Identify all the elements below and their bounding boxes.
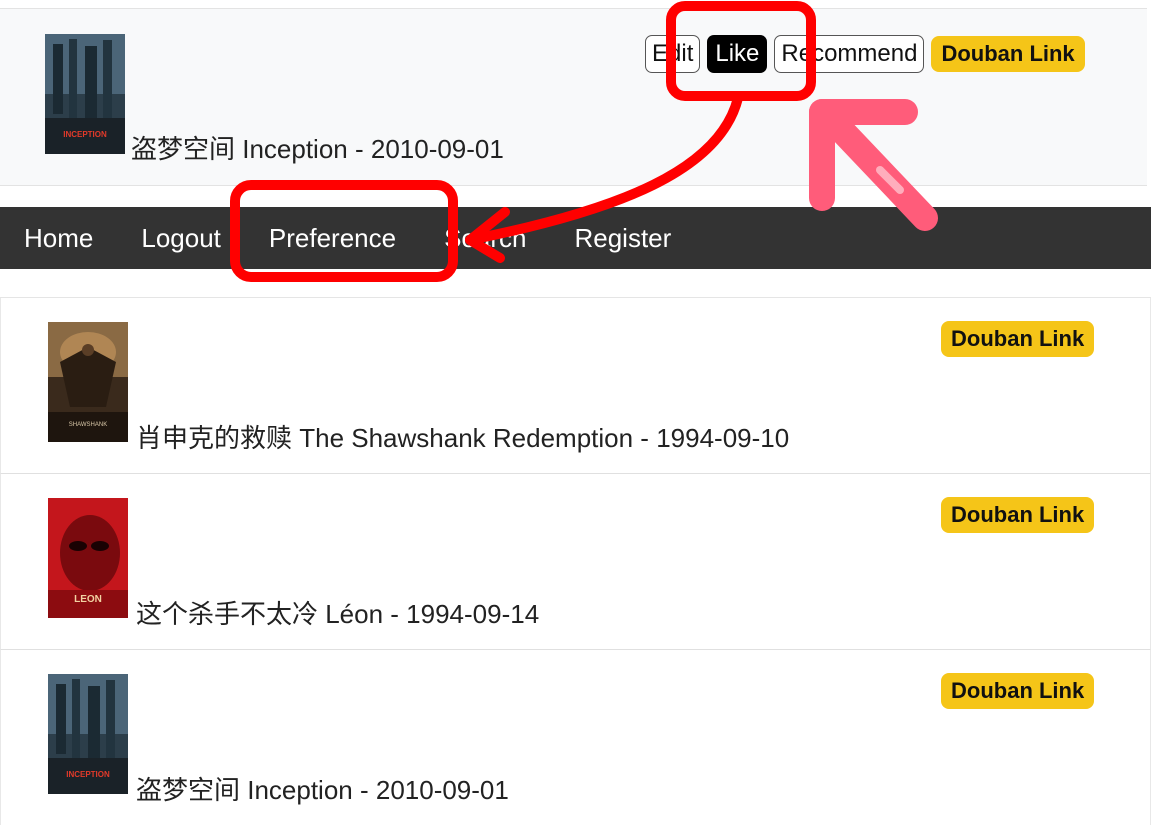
edit-button[interactable]: Edit xyxy=(645,35,701,73)
list-item: LEON 这个杀手不太冷 Léon - 1994-09-14 Douban Li… xyxy=(0,474,1151,650)
movie-title: 这个杀手不太冷 Léon - 1994-09-14 xyxy=(136,599,540,629)
movie-title: 盗梦空间 Inception - 2010-09-01 xyxy=(136,775,509,805)
current-movie-title: 盗梦空间 Inception - 2010-09-01 xyxy=(131,134,504,164)
current-movie-card: INCEPTION 盗梦空间 Inception - 2010-09-01 Ed… xyxy=(0,8,1147,186)
inception-poster: INCEPTION xyxy=(45,34,125,154)
recommend-button[interactable]: Recommend xyxy=(774,35,925,73)
nav-home[interactable]: Home xyxy=(0,207,117,269)
list-item: INCEPTION 盗梦空间 Inception - 2010-09-01 Do… xyxy=(0,650,1151,825)
navbar: Home Logout Preference Search Register xyxy=(0,207,1151,269)
svg-text:LEON: LEON xyxy=(74,594,102,605)
shawshank-poster: SHAWSHANK xyxy=(48,322,128,442)
nav-search[interactable]: Search xyxy=(420,207,550,269)
douban-link-button[interactable]: Douban Link xyxy=(931,36,1085,72)
movie-title: 肖申克的救赎 The Shawshank Redemption - 1994-0… xyxy=(136,423,790,453)
inception-poster: INCEPTION xyxy=(48,674,128,794)
douban-link-button[interactable]: Douban Link xyxy=(941,497,1095,533)
nav-register[interactable]: Register xyxy=(550,207,695,269)
like-button[interactable]: Like xyxy=(707,35,768,73)
movie-actions: Edit Like Recommend Douban Link xyxy=(645,34,1085,74)
svg-text:INCEPTION: INCEPTION xyxy=(66,770,110,779)
nav-logout[interactable]: Logout xyxy=(117,207,245,269)
movie-list: SHAWSHANK 肖申克的救赎 The Shawshank Redemptio… xyxy=(0,297,1151,825)
douban-link-button[interactable]: Douban Link xyxy=(941,321,1095,357)
svg-text:SHAWSHANK: SHAWSHANK xyxy=(69,422,107,428)
douban-link-button[interactable]: Douban Link xyxy=(941,673,1095,709)
list-item: SHAWSHANK 肖申克的救赎 The Shawshank Redemptio… xyxy=(0,298,1151,474)
page: INCEPTION 盗梦空间 Inception - 2010-09-01 Ed… xyxy=(0,0,1151,825)
leon-poster: LEON xyxy=(48,498,128,618)
nav-preference[interactable]: Preference xyxy=(245,207,420,269)
svg-text:INCEPTION: INCEPTION xyxy=(63,130,107,139)
